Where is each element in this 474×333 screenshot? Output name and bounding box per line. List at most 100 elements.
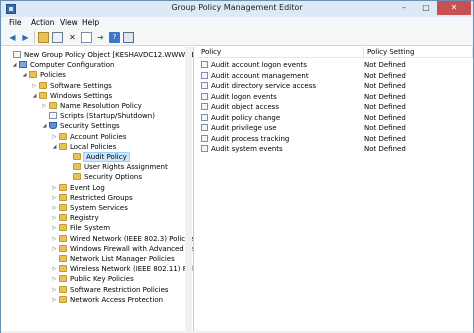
policy-setting: Not Defined [364,113,406,122]
policy-list: Policy Policy Setting Audit account logo… [198,47,473,331]
column-header-policy[interactable]: Policy [198,47,364,58]
expander-icon[interactable]: ▷ [51,223,58,233]
tree-node-label: Account Policies [70,132,127,141]
menu-help[interactable]: Help [82,18,99,27]
table-row[interactable]: Audit logon events Not Defined [198,92,473,102]
tree-node-label: Event Log [70,183,105,192]
policy-setting: Not Defined [364,82,406,90]
tree-node[interactable]: ◢ Security Settings [41,121,120,131]
expander-icon[interactable]: ◢ [11,60,18,70]
folder-icon [73,163,81,171]
delete-icon[interactable]: ✕ [67,32,78,43]
expander-icon[interactable]: ◢ [31,91,38,101]
table-row[interactable]: Audit object access Not Defined [198,102,473,112]
tree-node[interactable]: ▷ Software Settings [31,81,112,91]
column-header-policy-setting[interactable]: Policy Setting [364,47,473,58]
tree-node[interactable]: ▷ Wireless Network (IEEE 802.11) Policie [51,264,193,274]
folder-icon [29,71,37,79]
maximize-button[interactable]: □ [415,1,437,15]
folder-icon [59,132,67,140]
expander-icon[interactable]: ▷ [51,234,58,244]
tree-node[interactable]: ▷ Event Log [51,183,105,193]
tree-scrollbar[interactable] [185,47,192,331]
export-icon[interactable]: ➜ [95,32,106,43]
expander-icon[interactable]: ▷ [51,274,58,284]
tree-node-label: New Group Policy Object [KESHAVDC12.WWW.… [24,51,194,59]
folder-icon [59,234,67,242]
tree-node[interactable]: Network List Manager Policies [51,254,175,264]
policy-icon [201,71,208,79]
folder-icon [73,153,81,160]
expander-icon[interactable]: ◢ [21,70,28,80]
console-tree: New Group Policy Object [KESHAVDC12.WWW.… [3,47,194,331]
tree-node[interactable]: ▷ File System [51,223,110,233]
expander-icon[interactable]: ▷ [51,264,58,274]
policy-cell: Audit privilege use [200,123,277,133]
back-icon[interactable]: ◀ [7,32,18,43]
tree-node[interactable]: ▷ System Services [51,203,128,213]
policy-setting: Not Defined [364,71,406,80]
policy-icon [201,134,208,142]
expander-icon[interactable]: ▷ [41,101,48,111]
expander-icon[interactable]: ▷ [51,213,58,223]
tree-node[interactable]: ◢ Policies [21,70,66,80]
properties-icon[interactable] [81,32,92,43]
tree-node[interactable]: ▷ Registry [51,213,99,223]
tree-node[interactable]: Audit Policy [65,152,130,162]
folder-icon [49,102,57,109]
tree-node[interactable]: ▷ Network Access Protection [51,295,163,305]
tree-node[interactable]: ▷ Windows Firewall with Advanced Secu [51,244,193,254]
tree-node-label: Software Restriction Policies [70,285,169,294]
tree-node[interactable]: Scripts (Startup/Shutdown) [41,111,155,121]
expander-icon[interactable]: ▷ [51,203,58,213]
table-row[interactable]: Audit account management Not Defined [198,71,473,81]
tree-node-label: System Services [70,204,128,212]
policy-name: Audit system events [211,145,283,153]
tree-node[interactable]: ▷ Account Policies [51,132,126,142]
expander-icon[interactable]: ▷ [51,183,58,193]
tree-node[interactable]: ▷ Wired Network (IEEE 802.3) Policies [51,234,193,244]
expander-icon[interactable]: ▷ [51,285,58,295]
tree-node[interactable]: ▷ Public Key Policies [51,274,134,284]
menu-view[interactable]: View [60,18,78,27]
expander-icon[interactable]: ▷ [51,193,58,203]
policy-cell: Audit object access [200,102,279,112]
menu-action[interactable]: Action [31,18,55,27]
menu-file[interactable]: File [9,18,22,27]
table-row[interactable]: Audit account logon events Not Defined [198,60,473,70]
minimize-button[interactable]: – [393,1,415,15]
expander-icon[interactable]: ◢ [41,121,48,131]
policy-cell: Audit process tracking [200,134,289,144]
table-row[interactable]: Audit process tracking Not Defined [198,134,473,144]
expander-icon[interactable]: ▷ [51,244,58,254]
tree-node[interactable]: ▷ Software Restriction Policies [51,285,169,295]
tree-node-label: User Rights Assignment [84,163,168,172]
console-icon[interactable] [123,32,134,43]
policy-setting: Not Defined [364,61,406,69]
tree-node-label: Restricted Groups [70,193,133,202]
tree-node[interactable]: New Group Policy Object [KESHAVDC12.WWW.… [5,50,194,60]
expander-icon[interactable]: ▷ [51,132,58,142]
forward-icon[interactable]: ▶ [20,32,31,43]
tree-node[interactable]: ◢ Local Policies [51,142,116,152]
tree-node[interactable]: ▷ Restricted Groups [51,193,133,203]
expander-icon[interactable]: ▷ [31,81,38,91]
up-folder-icon[interactable] [38,32,49,43]
tree-node[interactable]: ◢ Windows Settings [31,91,112,101]
table-row[interactable]: Audit system events Not Defined [198,144,473,154]
title-bar[interactable]: Group Policy Management Editor – □ ✕ [1,1,473,17]
help-icon[interactable]: ? [109,32,120,43]
expander-icon[interactable]: ▷ [51,295,58,305]
show-hide-tree-icon[interactable] [52,32,63,43]
table-row[interactable]: Audit privilege use Not Defined [198,123,473,133]
tree-node[interactable]: ▷ Name Resolution Policy [41,101,142,111]
folder-icon [73,173,81,181]
table-row[interactable]: Audit directory service access Not Define… [198,81,473,91]
tree-node[interactable]: User Rights Assignment [65,162,168,172]
folder-icon [59,265,67,273]
tree-node[interactable]: ◢ Computer Configuration [11,60,115,70]
expander-icon[interactable]: ◢ [51,142,58,152]
tree-node[interactable]: Security Options [65,172,142,182]
table-row[interactable]: Audit policy change Not Defined [198,113,473,123]
close-button[interactable]: ✕ [437,1,471,15]
